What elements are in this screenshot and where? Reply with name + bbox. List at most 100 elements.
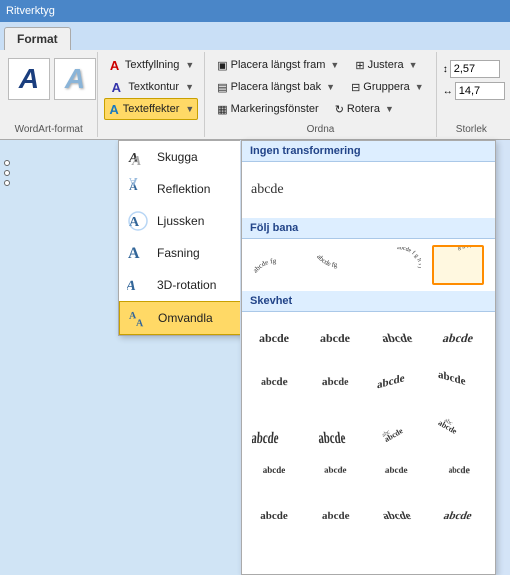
3d-rotation-icon: A <box>127 274 149 296</box>
textkontur-icon: A <box>108 79 124 95</box>
section-title-ingen: Ingen transformering <box>242 141 495 162</box>
e4-text: abcde <box>442 510 474 522</box>
flyout-item-e2[interactable]: abcde <box>309 496 361 536</box>
btn-placera-bak[interactable]: ▤ Placera längst bak ▼ <box>211 76 341 98</box>
svg-text:abcde fg: abcde fg <box>251 257 277 274</box>
flyout-item-s2[interactable]: abcde <box>309 318 361 358</box>
size-row-1: ↕ <box>443 60 500 78</box>
flyout-item-e3[interactable]: abcde <box>371 496 423 536</box>
flyout-item-arch-down[interactable]: abcde fg <box>309 245 361 285</box>
s6-text: abcde <box>321 376 348 389</box>
btn-rotera[interactable]: ↻ Rotera ▼ <box>329 98 400 120</box>
ordna-row-2: ▤ Placera längst bak ▼ ⊟ Gruppera ▼ <box>211 76 429 98</box>
flyout-item-s4[interactable]: abcde <box>432 318 484 358</box>
menu-item-fasning[interactable]: A Fasning ▶ <box>119 237 240 269</box>
menu-item-3d-rotation[interactable]: A 3D-rotation ▶ <box>119 269 240 301</box>
svg-text:abcde: abcde <box>377 372 405 391</box>
flyout-item-s15[interactable]: abcde <box>371 450 423 490</box>
flyout-item-s9[interactable]: abcde <box>248 406 300 446</box>
texteffekter-icon: A <box>109 101 118 117</box>
textkontur-arrow: ▼ <box>185 82 194 92</box>
svg-text:abcde: abcde <box>318 429 347 445</box>
ruler-mark-2 <box>4 170 10 176</box>
placera-bak-icon: ▤ <box>217 81 227 94</box>
flyout-item-s13[interactable]: abcde <box>248 450 300 490</box>
flyout-item-plain[interactable]: abcde <box>250 170 487 210</box>
flyout-item-s1[interactable]: abcde <box>248 318 300 358</box>
flyout-item-s5[interactable]: abcde <box>248 362 300 402</box>
ruler-mark-1 <box>4 160 10 166</box>
size-row-2: ↔ <box>443 82 500 100</box>
left-ruler <box>2 160 12 320</box>
3d-rotation-label: 3D-rotation <box>157 278 216 292</box>
flyout-item-s10[interactable]: abcde <box>309 406 361 446</box>
markeringsf-icon: ▦ <box>217 103 227 116</box>
menu-item-ljussken[interactable]: A Ljussken ▶ <box>119 205 240 237</box>
flyout-item-circle-ccw[interactable]: g h i j k l m n o p <box>432 245 484 285</box>
flyout-item-s14[interactable]: abcde <box>309 450 361 490</box>
btn-justera[interactable]: ⊞ Justera ▼ <box>349 54 423 76</box>
left-panel: A A Skugga ▶ A A Reflektion ▶ <box>0 140 240 575</box>
flyout-item-arch-up[interactable]: abcde fg <box>248 245 300 285</box>
dropdown-menu: A A Skugga ▶ A A Reflektion ▶ <box>118 140 240 336</box>
gruppera-icon: ⊟ <box>351 81 360 94</box>
flyout-item-s6[interactable]: abcde <box>309 362 361 402</box>
flyout-item-circle-cw[interactable]: abcde f g h i j <box>371 245 423 285</box>
btn-markeringsfonstret[interactable]: ▦ Markeringsfönster <box>211 98 324 120</box>
ordna-row-3: ▦ Markeringsfönster ↻ Rotera ▼ <box>211 98 429 120</box>
flyout-item-e1[interactable]: abcde <box>248 496 300 536</box>
s5-text: abcde <box>261 376 288 389</box>
justera-label: Justera <box>368 59 404 71</box>
ribbon-section-wordart: A A WordArt-format <box>4 52 98 137</box>
placera-fram-label: Placera längst fram <box>231 59 326 71</box>
flyout-panel[interactable]: Ingen transformering abcde Följ bana abc… <box>241 140 496 575</box>
title-label: Ritverktyg <box>6 5 55 17</box>
wordart-section-label: WordArt-format <box>15 120 83 135</box>
btn-gruppera[interactable]: ⊟ Gruppera ▼ <box>345 76 430 98</box>
btn-placera-fram[interactable]: ▣ Placera längst fram ▼ <box>211 54 345 76</box>
s15-text: abcde <box>385 465 409 474</box>
s4-text: abcde <box>441 331 475 346</box>
flyout-item-s7[interactable]: abcde <box>371 362 423 402</box>
menu-item-omvandla[interactable]: A A Omvandla ▶ <box>119 301 240 335</box>
btn-texteffekter[interactable]: A Texteffekter ▼ <box>104 98 198 120</box>
flyout-item-s3[interactable]: abcde <box>371 318 423 358</box>
flyout-item-s12[interactable]: abcde abc <box>432 406 484 446</box>
height-icon: ↕ <box>443 64 448 75</box>
wordart-icons: A A <box>8 54 96 104</box>
wordart-icon-light[interactable]: A <box>54 58 96 100</box>
flyout-item-s16[interactable]: abcde <box>432 450 484 490</box>
flyout-item-e4[interactable]: abcde <box>432 496 484 536</box>
fasning-icon: A <box>127 242 149 264</box>
storlek-label: Storlek <box>456 120 487 135</box>
width-input[interactable] <box>455 82 505 100</box>
wordart-icon-blue[interactable]: A <box>8 58 50 100</box>
s2-text: abcde <box>320 331 351 346</box>
section-title-skevhet: Skevhet <box>242 291 495 312</box>
btn-textkontur[interactable]: A Textkontur ▼ <box>104 76 198 98</box>
no-transform-container: abcde <box>242 162 495 218</box>
flyout-item-s11[interactable]: abcde abc <box>371 406 423 446</box>
placera-bak-label: Placera längst bak <box>231 81 322 93</box>
textfyllning-label: Textfyllning <box>125 59 179 71</box>
menu-item-reflektion[interactable]: A A Reflektion ▶ <box>119 173 240 205</box>
omvandla-label: Omvandla <box>158 311 213 325</box>
plain-text: abcde <box>251 182 284 198</box>
s3-text: abcde <box>379 331 413 346</box>
tab-format[interactable]: Format <box>4 27 71 50</box>
svg-text:A: A <box>128 245 140 262</box>
rotera-label: Rotera <box>347 103 380 115</box>
height-input[interactable] <box>450 60 500 78</box>
ribbon: A A WordArt-format A Textfyllning ▼ A Te… <box>0 50 510 140</box>
menu-item-skugga[interactable]: A A Skugga ▶ <box>119 141 240 173</box>
fasning-label: Fasning <box>157 246 200 260</box>
placera-bak-arrow: ▼ <box>326 82 335 92</box>
flyout-item-s8[interactable]: abcde <box>432 362 484 402</box>
skevhet-grid: abcde abcde abcde abcde abcde abcde abcd… <box>242 312 495 496</box>
s14-text: abcde <box>323 465 347 474</box>
btn-textfyllning[interactable]: A Textfyllning ▼ <box>104 54 198 76</box>
gruppera-arrow: ▼ <box>415 82 424 92</box>
tab-strip: Format <box>0 22 510 50</box>
skevhet-grid-extra: abcde abcde abcde abcde <box>242 496 495 542</box>
rotera-icon: ↻ <box>335 103 344 116</box>
